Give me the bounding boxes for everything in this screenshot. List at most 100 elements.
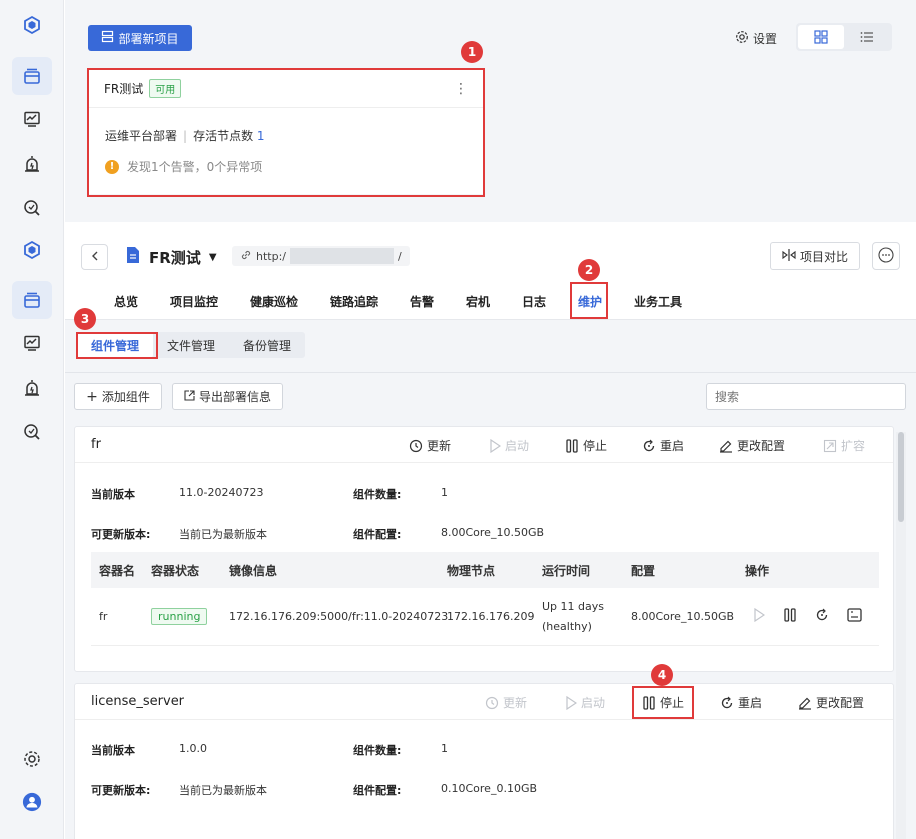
scrollbar-thumb[interactable] [898,432,904,522]
updatable-version-label: 可更新版本: [91,528,151,541]
component-count-label: 组件数量: [353,488,402,501]
col-uptime: 运行时间 [542,563,591,578]
settings-button[interactable]: 设置 [735,30,777,47]
search-shield-icon[interactable] [12,413,52,451]
url-redacted [290,248,394,264]
current-version-label: 当前版本 [91,488,135,501]
project-detail-header: FR测试 ▼ http:/ / 项目对比 总览 项目监控 健康巡检 链路追踪 告… [65,222,916,320]
start-button[interactable]: 启动 [489,437,529,454]
document-icon [125,246,141,268]
maintenance-content: 组件管理 文件管理 备份管理 + 添加组件 导出部署信息 fr 更新 启动 [65,320,916,839]
window-stack-icon[interactable] [12,57,52,95]
restart-icon [643,439,655,451]
url-prefix: http:/ [256,249,286,263]
col-container-status: 容器状态 [151,563,200,578]
component-config-label: 组件配置: [353,784,402,797]
component-panel-license-server: license_server 更新 启动 停止 重启 更改配置 当前版本 1.0… [74,683,894,839]
detail-tabs: 总览 项目监控 健康巡检 链路追踪 告警 宕机 日志 维护 业务工具 [65,282,916,320]
node-ip: 172.16.176.209 [447,610,535,623]
current-version-value: 11.0-20240723 [179,486,264,499]
pencil-icon [799,697,811,710]
image-info: 172.16.176.209:5000/fr:11.0-20240723 [229,610,449,623]
update-button[interactable]: 更新 [409,437,451,454]
change-config-button[interactable]: 更改配置 [719,437,785,454]
updatable-version-value: 当前已为最新版本 [179,528,267,541]
row-pause-icon[interactable] [783,608,797,625]
stop-button[interactable]: 停止 [565,437,607,454]
change-config-label: 更改配置 [737,439,786,453]
update-label: 更新 [503,696,528,710]
gear-icon[interactable] [12,740,52,778]
project-title[interactable]: FR测试 ▼ [125,246,217,268]
subtab-file-management[interactable]: 文件管理 [153,332,229,358]
export-deploy-info-button[interactable]: 导出部署信息 [172,383,283,410]
status-badge: running [151,608,208,625]
annotation-marker-4: 4 [651,664,673,686]
annotation-marker-1: 1 [461,41,483,63]
change-config-button[interactable]: 更改配置 [798,694,864,711]
url-suffix: / [398,249,402,263]
component-count-value: 1 [441,742,448,755]
divider [65,372,916,373]
refresh-clock-icon [409,439,423,452]
tab-trace[interactable]: 链路追踪 [330,293,378,310]
tab-overview[interactable]: 总览 [114,293,138,310]
view-toggle [796,23,892,51]
col-container-name: 容器名 [99,563,136,578]
user-avatar-icon[interactable] [12,783,52,821]
alarm-icon[interactable] [12,145,52,183]
start-button[interactable]: 启动 [565,694,605,711]
tab-alerts[interactable]: 告警 [410,293,434,310]
search-input[interactable] [706,383,906,410]
back-button[interactable] [81,244,108,270]
restart-button[interactable]: 重启 [720,694,762,711]
annotation-box-3 [76,332,158,359]
current-version-value: 1.0.0 [179,742,207,755]
uptime-line1: Up 11 days [542,600,604,613]
project-compare-button[interactable]: 项目对比 [770,242,860,270]
tab-project-monitor[interactable]: 项目监控 [170,293,218,310]
component-panel-fr: fr 更新 启动 停止 重启 更改配置 扩容 当前版本 11.0-2024072… [74,426,894,672]
tab-logs[interactable]: 日志 [522,293,546,310]
component-count-value: 1 [441,486,448,499]
update-button[interactable]: 更新 [485,694,527,711]
component-name: license_server [91,694,185,709]
component-config-label: 组件配置: [353,528,402,541]
search-shield-icon[interactable] [12,189,52,227]
stop-label: 停止 [583,439,608,453]
add-component-button[interactable]: + 添加组件 [74,383,162,410]
container-config: 8.00Core_10.50GB [631,610,735,623]
row-play-icon[interactable] [753,607,766,625]
subtab-backup-management[interactable]: 备份管理 [229,332,305,358]
grid-view-icon[interactable] [798,25,844,49]
annotation-box-2 [570,282,608,319]
list-view-icon[interactable] [844,25,890,49]
cube-logo-icon[interactable] [12,231,52,269]
cube-logo-icon[interactable] [12,6,52,44]
refresh-clock-icon [485,696,499,709]
more-options-button[interactable] [872,242,900,270]
project-url[interactable]: http:/ / [232,246,410,266]
window-stack-icon[interactable] [12,281,52,319]
tab-health-check[interactable]: 健康巡检 [250,293,298,310]
alarm-icon[interactable] [12,369,52,407]
tab-downtime[interactable]: 宕机 [466,293,490,310]
monitor-chart-icon[interactable] [12,324,52,362]
project-title-text: FR测试 [149,248,201,267]
update-label: 更新 [427,439,452,453]
container-table: 容器名 容器状态 镜像信息 物理节点 运行时间 配置 操作 fr running… [91,552,879,646]
export-icon [184,389,195,404]
deploy-new-project-button[interactable]: 部署新项目 [88,25,192,51]
row-restart-icon[interactable] [815,608,829,625]
tab-business-tools[interactable]: 业务工具 [634,293,682,310]
restart-label: 重启 [738,696,763,710]
settings-label: 设置 [753,32,778,46]
deploy-button-label: 部署新项目 [118,31,179,46]
annotation-box-4 [632,686,694,719]
monitor-chart-icon[interactable] [12,100,52,138]
restart-button[interactable]: 重启 [642,437,684,454]
scale-button[interactable]: 扩容 [823,437,865,454]
server-icon [101,30,114,46]
row-terminal-icon[interactable] [847,608,862,625]
change-config-label: 更改配置 [816,696,865,710]
